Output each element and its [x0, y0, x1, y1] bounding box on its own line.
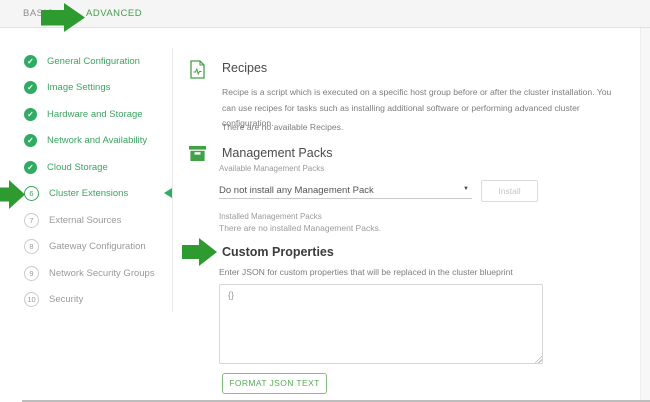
management-pack-box-icon: [189, 146, 206, 161]
sidebar-item-network-and-availability[interactable]: ✓ Network and Availability: [24, 128, 169, 155]
installed-management-packs-label: Installed Management Packs: [219, 212, 322, 221]
step-number-badge: 7: [24, 213, 39, 228]
sidebar-item-label: Cloud Storage: [47, 162, 108, 173]
sidebar-item-label: Gateway Configuration: [49, 241, 146, 252]
sidebar-item-label: Network and Availability: [47, 135, 147, 146]
wizard-step-list: ✓ General Configuration ✓ Image Settings…: [24, 48, 169, 313]
sidebar-item-external-sources[interactable]: 7 External Sources: [24, 207, 169, 234]
sidebar-item-security[interactable]: 10 Security: [24, 287, 169, 314]
sidebar-item-label: Image Settings: [47, 82, 110, 93]
annotation-arrow-advanced-icon: [41, 1, 86, 34]
recipe-file-icon: [190, 60, 205, 79]
sidebar-item-label: Hardware and Storage: [47, 109, 143, 120]
sidebar-item-network-security-groups[interactable]: 9 Network Security Groups: [24, 260, 169, 287]
step-number-badge: 10: [24, 292, 39, 307]
check-icon: ✓: [24, 81, 37, 94]
chevron-down-icon: ▼: [463, 186, 469, 192]
sidebar-item-hardware-and-storage[interactable]: ✓ Hardware and Storage: [24, 101, 169, 128]
scrollbar-track[interactable]: [640, 28, 650, 402]
sidebar-item-general-configuration[interactable]: ✓ General Configuration: [24, 48, 169, 75]
recipes-section-title: Recipes: [222, 61, 267, 75]
step-number-badge: 8: [24, 239, 39, 254]
format-json-text-button[interactable]: FORMAT JSON TEXT: [222, 373, 327, 394]
check-icon: ✓: [24, 161, 37, 174]
check-icon: ✓: [24, 55, 37, 68]
annotation-arrow-cluster-extensions-icon: [0, 179, 26, 210]
sidebar-item-label: Security: [49, 294, 83, 305]
management-pack-select[interactable]: Do not install any Management Pack ▼: [219, 180, 472, 199]
recipes-empty-message: There are no available Recipes.: [222, 120, 343, 136]
management-packs-section-title: Management Packs: [222, 146, 332, 160]
check-icon: ✓: [24, 108, 37, 121]
step-number-badge: 9: [24, 266, 39, 281]
sidebar-item-label: External Sources: [49, 215, 121, 226]
tab-advanced[interactable]: ADVANCED: [86, 0, 142, 28]
sidebar-item-gateway-configuration[interactable]: 8 Gateway Configuration: [24, 234, 169, 261]
sidebar-item-label: Cluster Extensions: [49, 188, 128, 199]
sidebar-item-cloud-storage[interactable]: ✓ Cloud Storage: [24, 154, 169, 181]
sidebar-divider: [172, 48, 173, 312]
annotation-arrow-custom-properties-icon: [182, 237, 218, 267]
wizard-screen: BASIC ADVANCED ✓ General Configuration ✓…: [0, 0, 650, 402]
custom-properties-json-input[interactable]: {}: [219, 284, 543, 364]
active-step-marker-icon: [164, 188, 172, 198]
step-number-badge: 6: [24, 186, 39, 201]
install-button[interactable]: Install: [481, 180, 538, 202]
textarea-resize-handle-icon[interactable]: [534, 355, 542, 363]
sidebar-item-label: General Configuration: [47, 56, 140, 67]
available-management-packs-label: Available Management Packs: [219, 164, 324, 173]
management-pack-selected-option: Do not install any Management Pack: [219, 185, 374, 196]
custom-properties-section-title: Custom Properties: [222, 245, 334, 259]
tabbar: BASIC ADVANCED: [0, 0, 650, 28]
sidebar-item-image-settings[interactable]: ✓ Image Settings: [24, 75, 169, 102]
sidebar-item-label: Network Security Groups: [49, 268, 155, 279]
installed-management-packs-empty-message: There are no installed Management Packs.: [219, 223, 381, 233]
check-icon: ✓: [24, 134, 37, 147]
sidebar-item-cluster-extensions[interactable]: 6 Cluster Extensions: [24, 181, 169, 208]
custom-properties-hint: Enter JSON for custom properties that wi…: [219, 267, 513, 278]
